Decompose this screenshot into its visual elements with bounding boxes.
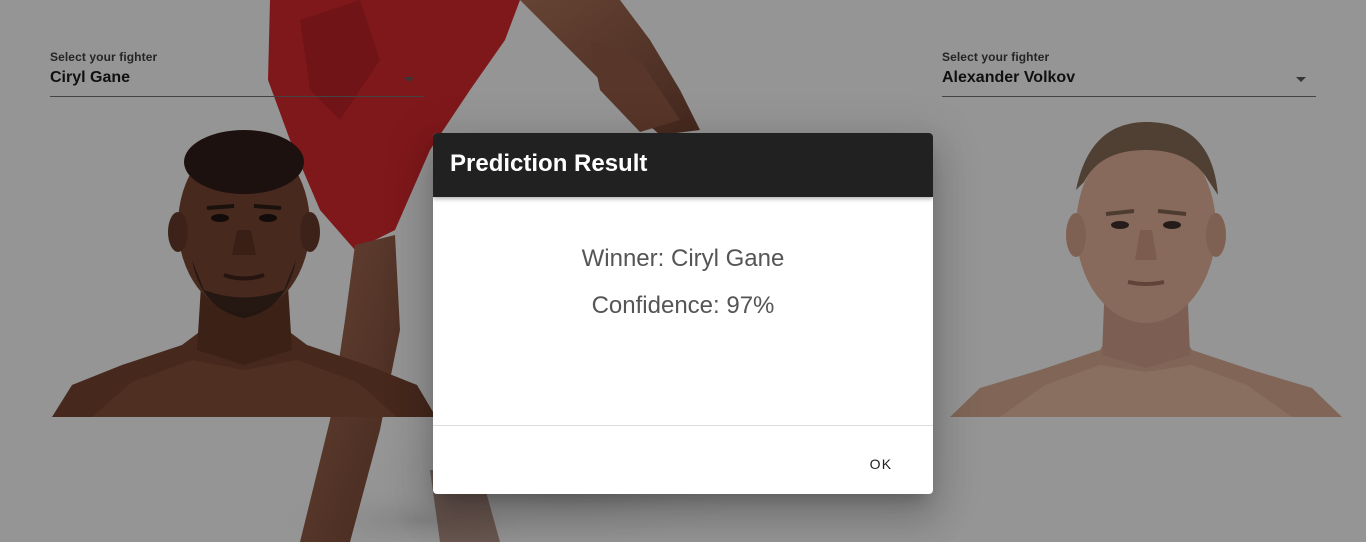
dialog-divider [433, 425, 933, 426]
prediction-dialog: Prediction Result Winner: Ciryl Gane Con… [433, 133, 933, 494]
dialog-header: Prediction Result [433, 133, 933, 197]
dialog-title: Prediction Result [450, 150, 648, 177]
confidence-text: Confidence: 97% [591, 292, 775, 319]
winner-text: Winner: Ciryl Gane [581, 245, 785, 272]
dialog-content: Winner: Ciryl Gane Confidence: 97% [433, 197, 933, 425]
ok-button[interactable]: OK [849, 446, 913, 482]
